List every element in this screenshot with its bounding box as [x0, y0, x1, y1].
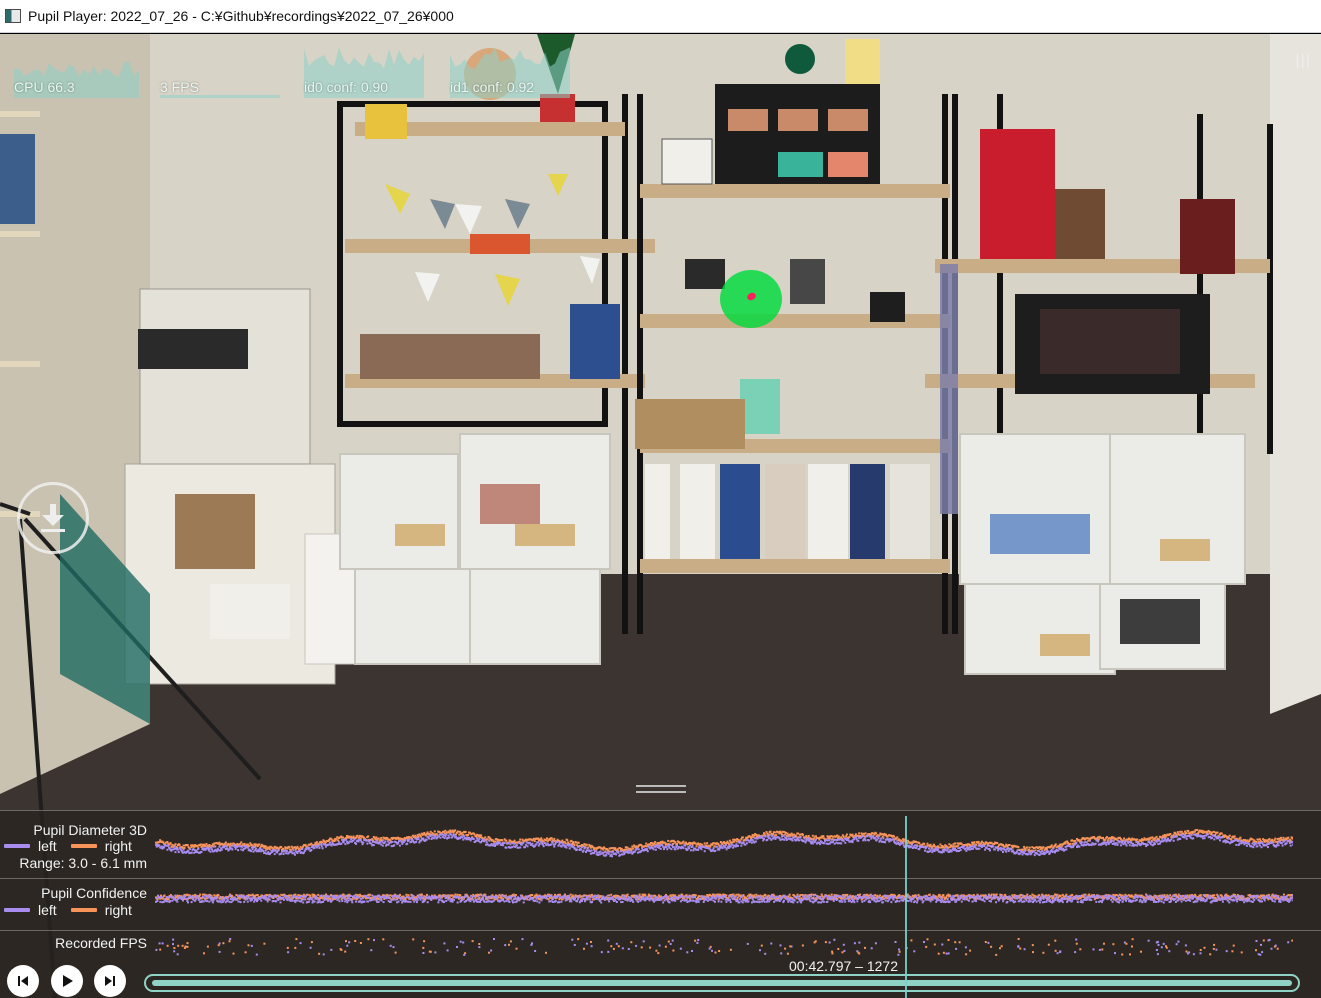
recorded-fps-graph[interactable] [155, 934, 1293, 958]
pupil-confidence-legend: left right [4, 902, 132, 918]
download-glyph [41, 504, 65, 532]
download-icon[interactable] [17, 482, 89, 554]
playhead[interactable] [905, 816, 907, 998]
play-icon[interactable] [51, 965, 83, 997]
legend-left-label: left [38, 902, 57, 918]
seek-bar-track [152, 980, 1292, 986]
legend-right-label: right [104, 838, 132, 854]
timestamp-readout: 00:42.797 – 1272 [789, 958, 898, 974]
left-swatch [4, 908, 30, 912]
recorded-fps-title: Recorded FPS [55, 935, 147, 951]
cpu-label: CPU 66.3 [14, 79, 75, 95]
id1-conf-label: id1 conf: 0.92 [450, 79, 535, 95]
timeline-resize-handle[interactable] [636, 785, 686, 793]
hamburger-icon[interactable]: ||| [1296, 52, 1311, 70]
app-icon [5, 9, 21, 23]
skip-previous-glyph [18, 976, 28, 986]
id1-conf-graph: id1 conf: 0.92 [450, 34, 570, 98]
skip-previous-icon[interactable] [7, 965, 39, 997]
pupil-confidence-title: Pupil Confidence [41, 885, 147, 901]
fps-label: 3 FPS [160, 79, 199, 95]
pupil-confidence-graph[interactable] [155, 882, 1293, 930]
timeline-divider-1 [0, 878, 1321, 879]
play-glyph [63, 975, 73, 987]
timeline-top-divider [0, 810, 1321, 811]
timeline-divider-2 [0, 930, 1321, 931]
skip-next-icon[interactable] [94, 965, 126, 997]
skip-next-glyph [105, 976, 115, 986]
pupil-diameter-legend: left right [4, 838, 132, 854]
pupil-diameter-title: Pupil Diameter 3D [33, 822, 147, 838]
window-titlebar: Pupil Player: 2022_07_26 - C:¥Github¥rec… [0, 0, 1321, 33]
seek-bar[interactable] [144, 974, 1300, 992]
timeline-panel: Pupil Diameter 3D left right Range: 3.0 … [0, 810, 1321, 998]
window-title: Pupil Player: 2022_07_26 - C:¥Github¥rec… [28, 8, 454, 24]
right-swatch [70, 908, 97, 912]
fps-graph: 3 FPS [160, 34, 280, 98]
pupil-diameter-graph[interactable] [155, 818, 1293, 878]
id0-conf-graph: id0 conf: 0.90 [304, 34, 424, 98]
world-video-view[interactable]: CPU 66.3 3 FPS id0 conf: 0.90 id1 conf: … [0, 34, 1321, 998]
pupil-diameter-range: Range: 3.0 - 6.1 mm [19, 855, 147, 871]
right-swatch [70, 844, 97, 848]
legend-right-label: right [104, 902, 132, 918]
id0-conf-label: id0 conf: 0.90 [304, 79, 389, 95]
legend-left-label: left [38, 838, 57, 854]
cpu-graph: CPU 66.3 [14, 34, 139, 98]
left-swatch [4, 844, 30, 848]
